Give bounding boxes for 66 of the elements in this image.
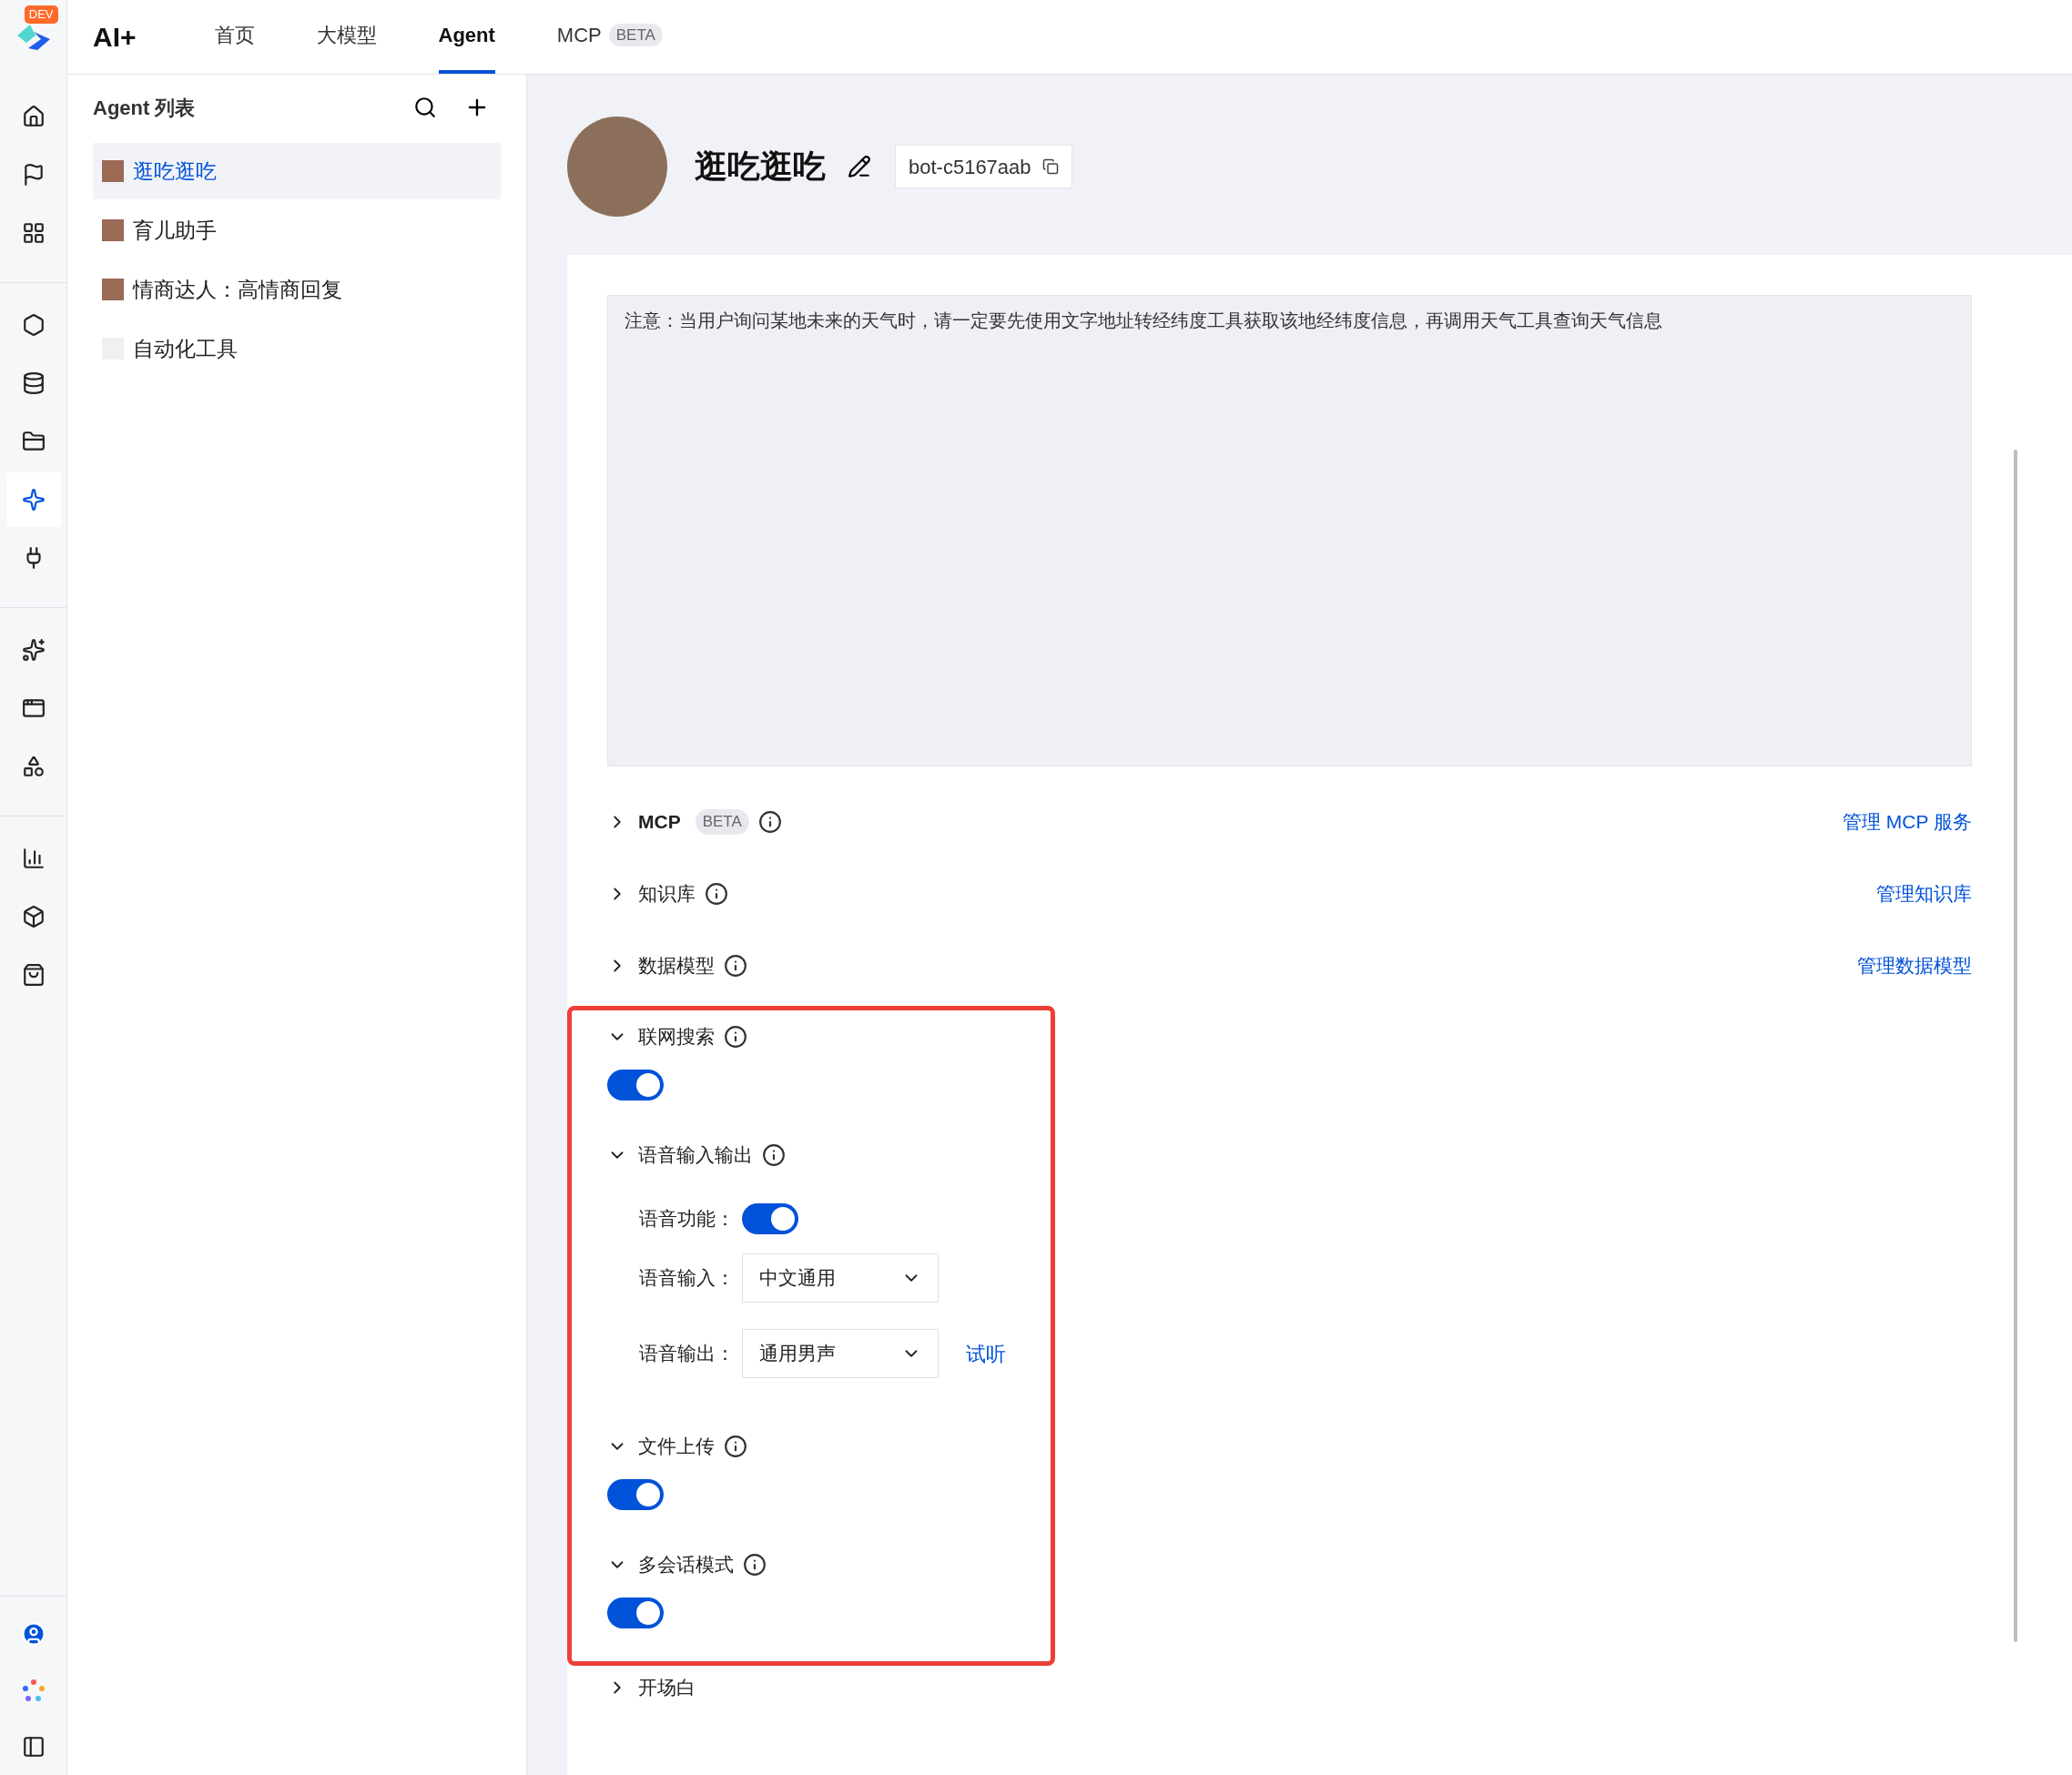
photo-placeholder (102, 160, 124, 182)
field-label: 语音输出： (639, 1342, 735, 1366)
agent-list-item[interactable]: 育儿助手 (93, 202, 501, 259)
toggle-switch[interactable] (607, 1598, 664, 1628)
agent-list-item[interactable]: 情商达人：高情商回复 (93, 261, 501, 318)
section-header[interactable]: 数据模型 (607, 951, 715, 980)
section-header[interactable]: 开场白 (607, 1673, 696, 1702)
brand-name: AI+ (93, 21, 137, 54)
agent-list-item[interactable]: 逛吃逛吃 (93, 143, 501, 199)
panel-title: Agent 列表 (93, 95, 196, 121)
bot-id-tag: bot-c5167aab (895, 145, 1072, 188)
shapes-icon (21, 755, 46, 778)
chart-icon (21, 847, 46, 870)
info-icon (757, 810, 782, 834)
bag-icon (21, 963, 46, 987)
dev-badge: DEV (24, 5, 58, 24)
manage-link[interactable]: 管理数据模型 (1857, 951, 1972, 980)
info-icon (743, 1553, 767, 1577)
photo-placeholder (102, 219, 124, 241)
home-icon (21, 105, 46, 128)
info-icon (724, 1025, 747, 1049)
agent-list-item[interactable]: 自动化工具 (93, 320, 501, 377)
database-icon (21, 371, 46, 395)
hexagon-icon (21, 313, 46, 337)
info-icon (724, 954, 747, 978)
toggle-switch[interactable] (607, 1479, 664, 1510)
manage-link[interactable]: 管理知识库 (1876, 879, 1972, 908)
copy-icon (1041, 158, 1059, 175)
photo-placeholder (102, 279, 124, 300)
nav-tab[interactable]: 大模型 (316, 0, 377, 74)
field-label: 语音功能： (639, 1207, 735, 1232)
toggle-switch[interactable] (742, 1203, 798, 1234)
sidebar-toggle-icon (21, 1735, 46, 1759)
prompt-field[interactable]: 注意：当用户询问某地未来的天气时，请一定要先使用文字地址转经纬度工具获取该地经纬度信息，再调用天气工具查询天气信息 (607, 295, 1972, 766)
search-icon (413, 96, 437, 119)
cube-icon (21, 905, 46, 928)
toggle-switch[interactable] (607, 1070, 664, 1100)
sparkle-icon (21, 488, 46, 512)
section-header[interactable]: 语音输入输出 (607, 1141, 753, 1170)
manage-link[interactable]: 管理 MCP 服务 (1843, 807, 1972, 837)
grid-icon (21, 221, 46, 245)
dropdown-select[interactable]: 中文通用 (742, 1253, 939, 1303)
section-header[interactable]: 文件上传 (607, 1432, 715, 1461)
pinwheel-icon (20, 1678, 46, 1703)
section-header[interactable]: 多会话模式 (607, 1550, 734, 1579)
field-label: 语音输入： (639, 1266, 735, 1291)
pencil-icon (848, 155, 871, 178)
info-icon (724, 1435, 747, 1458)
nav-tab[interactable]: MCP BETA (556, 0, 663, 74)
section-header[interactable]: MCP (607, 807, 681, 837)
section-header[interactable]: 联网搜索 (607, 1022, 715, 1051)
user-icon (20, 1621, 46, 1647)
folder-icon (21, 430, 46, 453)
sparkles-icon (21, 638, 46, 662)
edit-button[interactable] (848, 155, 871, 178)
rail-item[interactable] (5, 472, 61, 527)
info-icon (762, 1143, 786, 1167)
section-header[interactable]: 知识库 (607, 879, 696, 908)
nav-tab[interactable]: 首页 (214, 0, 255, 74)
search-button[interactable] (413, 96, 437, 119)
preview-link[interactable]: 试听 (966, 1338, 1006, 1369)
window-icon (21, 696, 46, 720)
beta-badge: BETA (695, 809, 749, 835)
dropdown-select[interactable]: 通用男声 (742, 1329, 939, 1378)
agent-name: 逛吃逛吃 (695, 147, 826, 187)
info-icon (705, 882, 728, 906)
